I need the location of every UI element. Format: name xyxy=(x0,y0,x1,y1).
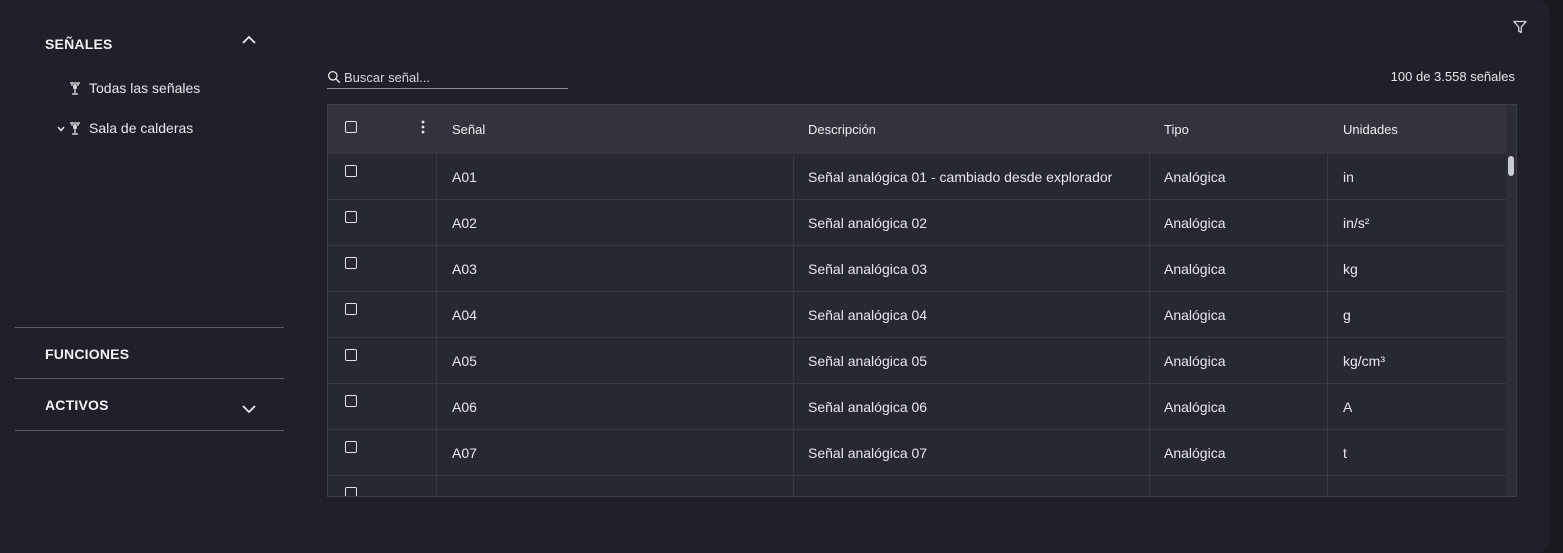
sidebar-item-sala-calderas[interactable]: Sala de calderas xyxy=(68,120,193,136)
cell-unidades: A xyxy=(1343,398,1353,415)
row-select-cell xyxy=(328,384,437,429)
table-row[interactable]: A03 Señal analógica 03 Analógica kg xyxy=(328,246,1506,292)
cell-senal: A04 xyxy=(437,292,794,337)
cell-senal: A06 xyxy=(437,384,794,429)
row-select-cell xyxy=(328,338,437,383)
row-select-cell xyxy=(328,430,437,475)
cell-tipo: Analógica xyxy=(1150,430,1328,475)
kebab-menu-icon[interactable] xyxy=(421,120,425,134)
row-checkbox[interactable] xyxy=(345,211,357,223)
row-select-cell xyxy=(328,476,437,496)
cell-descripcion: Señal analógica 04 xyxy=(794,292,1150,337)
signal-tower-icon xyxy=(70,122,80,135)
column-header-descripcion[interactable]: Descripción xyxy=(794,105,1150,154)
cell-senal: A03 xyxy=(437,246,794,291)
cell-tipo: Analógica xyxy=(1150,200,1328,245)
table-body: A01 Señal analógica 01 - cambiado desde e… xyxy=(328,154,1506,496)
table-row[interactable]: A06 Señal analógica 06 Analógica A xyxy=(328,384,1506,430)
cell-unidades xyxy=(1328,476,1506,496)
cell-descripcion: Señal analógica 01 - cambiado desde expl… xyxy=(794,154,1150,199)
cell-unidades: kg/cm³ xyxy=(1343,352,1385,369)
table-row[interactable]: A07 Señal analógica 07 Analógica t xyxy=(328,430,1506,476)
table-header: Señal Descripción Tipo Unidades xyxy=(328,105,1506,154)
cell-descripcion: Señal analógica 02 xyxy=(794,200,1150,245)
section-activos-title[interactable]: ACTIVOS xyxy=(45,397,109,413)
cell-descripcion: Señal analógica 07 xyxy=(794,430,1150,475)
tree-expand-caret-icon[interactable] xyxy=(56,124,66,134)
row-select-cell xyxy=(328,154,437,199)
table-row[interactable]: A01 Señal analógica 01 - cambiado desde e… xyxy=(328,154,1506,200)
divider xyxy=(15,327,284,328)
cell-tipo: Analógica xyxy=(1150,246,1328,291)
row-select-cell xyxy=(328,200,437,245)
section-senales-title[interactable]: SEÑALES xyxy=(45,36,113,52)
row-select-cell xyxy=(328,292,437,337)
divider xyxy=(15,430,284,431)
cell-unidades: kg xyxy=(1343,260,1358,277)
row-checkbox[interactable] xyxy=(345,349,357,361)
cell-tipo xyxy=(1150,476,1328,496)
cell-tipo: Analógica xyxy=(1150,292,1328,337)
cell-descripcion xyxy=(794,476,1150,496)
sidebar-item-todas-senales[interactable]: Todas las señales xyxy=(68,80,200,96)
signal-count: 100 de 3.558 señales xyxy=(1390,69,1515,84)
cell-unidades: t xyxy=(1343,444,1347,461)
row-checkbox[interactable] xyxy=(345,395,357,407)
cell-descripcion: Señal analógica 05 xyxy=(794,338,1150,383)
chevron-down-icon[interactable] xyxy=(241,401,257,417)
cell-senal: A01 xyxy=(437,154,794,199)
section-funciones-title[interactable]: FUNCIONES xyxy=(45,346,129,362)
cell-unidades: in/s² xyxy=(1343,214,1370,231)
table-row[interactable]: A05 Señal analógica 05 Analógica kg/cm³ xyxy=(328,338,1506,384)
cell-tipo: Analógica xyxy=(1150,384,1328,429)
table-row[interactable] xyxy=(328,476,1506,496)
signal-tower-icon xyxy=(70,82,80,95)
sidebar-item-label: Sala de calderas xyxy=(89,120,194,136)
column-header-senal[interactable]: Señal xyxy=(437,105,794,154)
cell-descripcion: Señal analógica 03 xyxy=(794,246,1150,291)
cell-senal: A05 xyxy=(437,338,794,383)
chevron-up-icon[interactable] xyxy=(241,32,257,48)
row-checkbox[interactable] xyxy=(345,257,357,269)
cell-tipo: Analógica xyxy=(1150,338,1328,383)
select-all-checkbox[interactable] xyxy=(345,121,357,133)
row-checkbox[interactable] xyxy=(345,165,357,177)
sidebar-item-label: Todas las señales xyxy=(89,80,201,96)
window-edge xyxy=(1550,0,1563,553)
column-header-unidades[interactable]: Unidades xyxy=(1328,105,1506,154)
cell-tipo: Analógica xyxy=(1150,154,1328,199)
signals-table: Señal Descripción Tipo Unidades A01 Señal… xyxy=(327,104,1517,497)
cell-senal: A07 xyxy=(437,430,794,475)
search-field[interactable] xyxy=(327,66,568,89)
row-checkbox[interactable] xyxy=(345,303,357,315)
row-select-cell xyxy=(328,246,437,291)
header-select-cell xyxy=(328,105,437,154)
search-icon xyxy=(327,70,341,84)
table-row[interactable]: A02 Señal analógica 02 Analógica in/s² xyxy=(328,200,1506,246)
search-input[interactable] xyxy=(344,69,559,85)
scrollbar-thumb[interactable] xyxy=(1508,156,1514,176)
filter-icon[interactable] xyxy=(1512,19,1528,35)
table-row[interactable]: A04 Señal analógica 04 Analógica g xyxy=(328,292,1506,338)
row-checkbox[interactable] xyxy=(345,441,357,453)
cell-unidades: in xyxy=(1343,168,1354,185)
row-checkbox[interactable] xyxy=(345,487,357,496)
divider xyxy=(15,378,284,379)
cell-senal: A02 xyxy=(437,200,794,245)
column-header-tipo[interactable]: Tipo xyxy=(1150,105,1328,154)
cell-unidades: g xyxy=(1343,306,1351,323)
cell-descripcion: Señal analógica 06 xyxy=(794,384,1150,429)
cell-senal xyxy=(437,476,794,496)
